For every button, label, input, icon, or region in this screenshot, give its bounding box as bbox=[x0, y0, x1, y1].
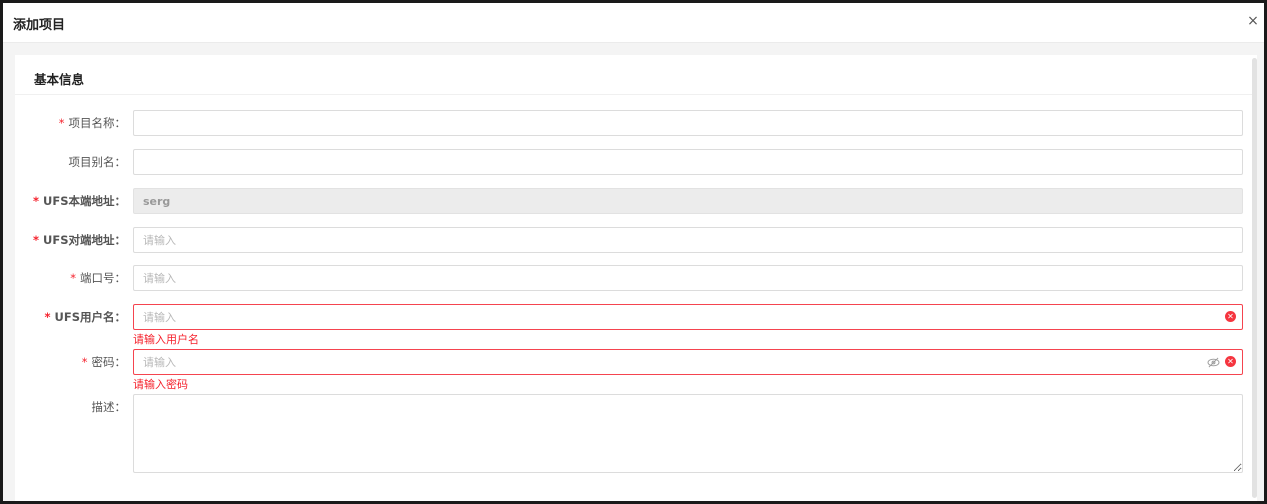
project-alias-row: 项目别名： bbox=[15, 149, 1257, 175]
description-row: 描述： bbox=[15, 394, 1257, 473]
port-label: * 端口号： bbox=[70, 271, 126, 285]
required-mark: * bbox=[44, 310, 51, 324]
required-mark: * bbox=[33, 233, 40, 247]
dialog-title: 添加项目 bbox=[13, 18, 66, 33]
ufs-peer-address-label: * UFS对端地址： bbox=[33, 233, 126, 247]
ufs-username-label: * UFS用户名： bbox=[44, 310, 127, 324]
password-label: * 密码： bbox=[81, 355, 126, 369]
clear-icon[interactable]: ✕ bbox=[1225, 356, 1236, 367]
required-mark: * bbox=[33, 194, 40, 208]
ufs-username-input[interactable] bbox=[133, 304, 1243, 330]
description-label: 描述： bbox=[91, 400, 127, 414]
required-mark: * bbox=[58, 116, 65, 130]
project-name-input[interactable] bbox=[133, 110, 1243, 136]
add-project-dialog: 添加项目 × 基本信息 *项目名称： 项目别名： *UFS本端地址： *UFS对… bbox=[3, 3, 1264, 501]
password-input[interactable] bbox=[133, 349, 1243, 375]
project-alias-input[interactable] bbox=[133, 149, 1243, 175]
scrollbar[interactable] bbox=[1252, 58, 1257, 498]
project-name-row: * 项目名称： bbox=[15, 110, 1257, 136]
port-row: * 端口号： bbox=[15, 265, 1257, 291]
panel-header: 基本信息 bbox=[15, 55, 1257, 95]
ufs-peer-address-input[interactable] bbox=[133, 227, 1243, 253]
password-error-message: 请输入密码 bbox=[133, 378, 188, 391]
port-input[interactable] bbox=[133, 265, 1243, 291]
eye-hidden-icon[interactable] bbox=[1207, 357, 1220, 368]
clear-icon[interactable]: ✕ bbox=[1225, 311, 1236, 322]
ufs-username-row: *UFS用户名： ✕ bbox=[15, 304, 1257, 330]
project-name-label: * 项目名称： bbox=[58, 116, 126, 130]
ufs-local-address-row: * UFS本端地址： bbox=[15, 188, 1257, 214]
close-icon[interactable]: × bbox=[1245, 13, 1261, 29]
required-mark: * bbox=[81, 355, 88, 369]
ufs-peer-address-row: * UFS对端地址： bbox=[15, 227, 1257, 253]
required-mark: * bbox=[70, 271, 76, 285]
basic-info-panel: 基本信息 *项目名称： 项目别名： *UFS本端地址： *UFS对端地址： *端… bbox=[15, 55, 1257, 501]
section-title: 基本信息 bbox=[34, 72, 85, 87]
project-alias-label: 项目别名： bbox=[68, 155, 127, 169]
username-error-message: 请输入用户名 bbox=[133, 333, 199, 346]
password-row: * 密码： ✕ bbox=[15, 349, 1257, 375]
ufs-local-address-input bbox=[133, 188, 1243, 214]
ufs-local-address-label: * UFS本端地址： bbox=[33, 194, 126, 208]
dialog-header: 添加项目 × bbox=[3, 3, 1264, 43]
description-textarea[interactable] bbox=[133, 394, 1243, 473]
